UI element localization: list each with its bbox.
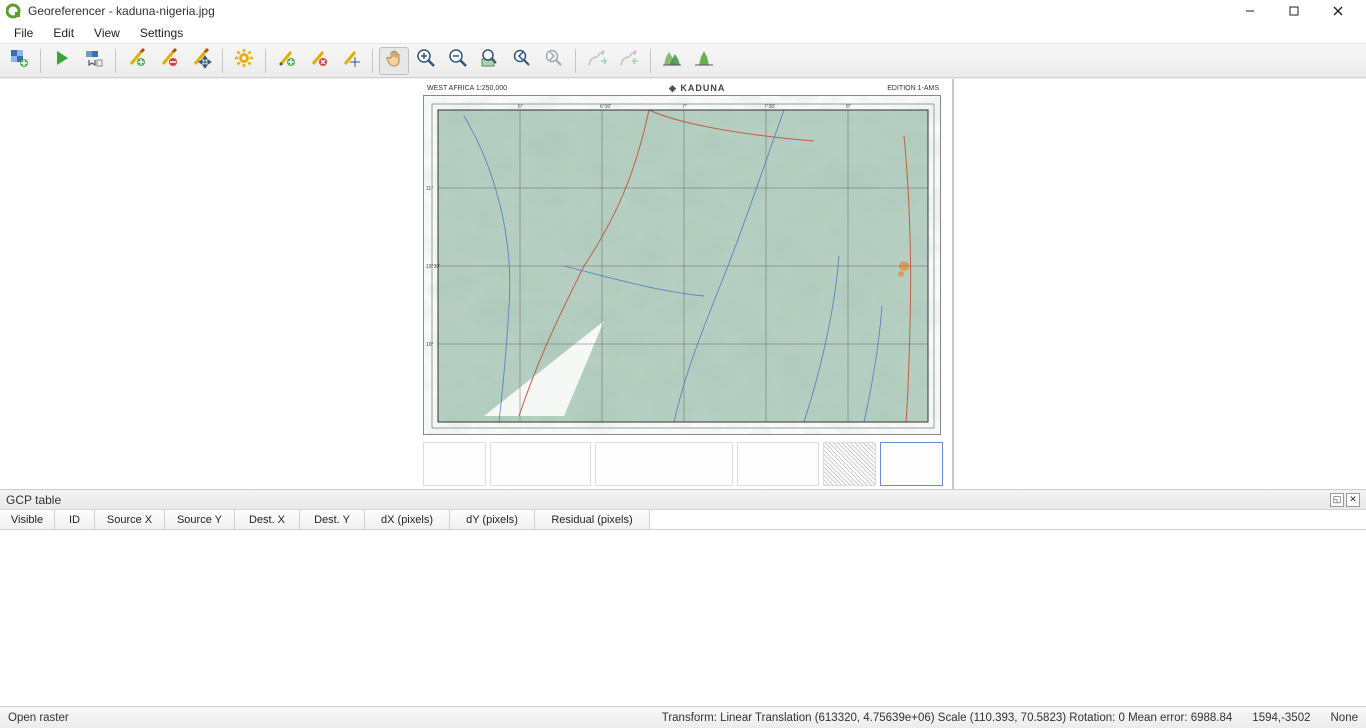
menu-settings[interactable]: Settings [130, 24, 193, 42]
zoom-to-layer-icon [479, 47, 501, 74]
canvas-empty-side [952, 79, 1366, 489]
clear-gcp-icon [340, 47, 362, 74]
add-point-icon [126, 47, 148, 74]
svg-text:10°30': 10°30' [426, 264, 440, 270]
zoom-next-button [539, 47, 569, 75]
gcp-table-panel: GCP table ◱ ✕ VisibleIDSource XSource YD… [0, 490, 1366, 706]
start-georef-button[interactable] [47, 47, 77, 75]
move-point-button[interactable] [186, 47, 216, 75]
menu-view[interactable]: View [84, 24, 130, 42]
menu-edit[interactable]: Edit [43, 24, 84, 42]
zoom-out-button[interactable] [443, 47, 473, 75]
save-gcp-button[interactable] [79, 47, 109, 75]
histogram-full-icon [661, 47, 683, 74]
svg-text:11°: 11° [426, 186, 433, 192]
gcp-table-header: VisibleIDSource XSource YDest. XDest. Yd… [0, 510, 1366, 530]
save-gcp-as-icon [308, 47, 330, 74]
link-qgis-icon [618, 47, 640, 74]
link-georef-button [582, 47, 612, 75]
zoom-in-icon [415, 47, 437, 74]
status-coords: 1594,-3502 [1242, 712, 1320, 724]
qgis-logo-icon [6, 3, 22, 19]
gcp-col-residual-pixels-[interactable]: Residual (pixels) [535, 510, 650, 529]
svg-text:7°30': 7°30' [764, 104, 775, 110]
zoom-last-icon [511, 47, 533, 74]
svg-text:7°: 7° [682, 104, 687, 110]
histogram-full-button[interactable] [657, 47, 687, 75]
map-header: WEST AFRICA 1:250,000 ◈ KADUNA EDITION 1… [423, 81, 943, 95]
histogram-local-icon [693, 47, 715, 74]
save-gcp-icon [83, 47, 105, 74]
link-qgis-button [614, 47, 644, 75]
svg-text:10°: 10° [426, 342, 434, 348]
gcp-col-visible[interactable]: Visible [0, 510, 55, 529]
gcp-col-dx-pixels-[interactable]: dX (pixels) [365, 510, 450, 529]
gcp-col-dy-pixels-[interactable]: dY (pixels) [450, 510, 535, 529]
menu-bar: FileEditViewSettings [0, 22, 1366, 44]
map-header-left: WEST AFRICA 1:250,000 [427, 85, 507, 92]
save-gcp-as-button[interactable] [304, 47, 334, 75]
gcp-table-title-text: GCP table [6, 493, 61, 507]
gcp-col-dest-y[interactable]: Dest. Y [300, 510, 365, 529]
map-header-title: ◈ KADUNA [669, 83, 725, 94]
status-right: None [1321, 712, 1359, 724]
menu-file[interactable]: File [4, 24, 43, 42]
zoom-in-button[interactable] [411, 47, 441, 75]
zoom-out-icon [447, 47, 469, 74]
window-title: Georeferencer - kaduna-nigeria.jpg [28, 4, 215, 18]
delete-point-icon [158, 47, 180, 74]
transformation-settings-icon [233, 47, 255, 74]
histogram-local-button[interactable] [689, 47, 719, 75]
svg-text:6°: 6° [518, 104, 523, 110]
load-gcp-icon [276, 47, 298, 74]
load-gcp-button[interactable] [272, 47, 302, 75]
status-bar: Open raster Transform: Linear Translatio… [0, 706, 1366, 728]
title-bar: Georeferencer - kaduna-nigeria.jpg [0, 0, 1366, 22]
raster-image-frame: WEST AFRICA 1:250,000 ◈ KADUNA EDITION 1… [423, 81, 943, 486]
start-georef-icon [51, 47, 73, 74]
link-georef-icon [586, 47, 608, 74]
gcp-table-body[interactable] [0, 530, 1366, 706]
status-transform: Transform: Linear Translation (613320, 4… [652, 712, 1243, 724]
pan-button[interactable] [379, 47, 409, 75]
gcp-col-source-x[interactable]: Source X [95, 510, 165, 529]
minimize-button[interactable] [1228, 0, 1272, 22]
clear-gcp-button[interactable] [336, 47, 366, 75]
map-svg: 6° 6°30' 7° 7°30' 8° 11° 10°30' 10° [423, 95, 941, 435]
open-raster-button[interactable] [4, 47, 34, 75]
add-point-button[interactable] [122, 47, 152, 75]
pan-icon [383, 47, 405, 74]
gcp-table-titlebar: GCP table ◱ ✕ [0, 490, 1366, 510]
zoom-next-icon [543, 47, 565, 74]
status-left: Open raster [8, 712, 79, 724]
gcp-table-close-button[interactable]: ✕ [1346, 493, 1360, 507]
gcp-col-id[interactable]: ID [55, 510, 95, 529]
map-marginalia [423, 442, 943, 486]
delete-point-button[interactable] [154, 47, 184, 75]
map-canvas[interactable]: WEST AFRICA 1:250,000 ◈ KADUNA EDITION 1… [0, 78, 1366, 490]
move-point-icon [190, 47, 212, 74]
gcp-col-dest-x[interactable]: Dest. X [235, 510, 300, 529]
map-header-right: EDITION 1-AMS [887, 85, 939, 92]
gcp-col-source-y[interactable]: Source Y [165, 510, 235, 529]
close-button[interactable] [1316, 0, 1360, 22]
zoom-last-button[interactable] [507, 47, 537, 75]
zoom-to-layer-button[interactable] [475, 47, 505, 75]
toolbar [0, 44, 1366, 78]
svg-text:8°: 8° [846, 104, 851, 110]
transformation-settings-button[interactable] [229, 47, 259, 75]
maximize-button[interactable] [1272, 0, 1316, 22]
open-raster-icon [8, 47, 30, 74]
gcp-table-float-button[interactable]: ◱ [1330, 493, 1344, 507]
svg-text:6°30': 6°30' [600, 104, 611, 110]
